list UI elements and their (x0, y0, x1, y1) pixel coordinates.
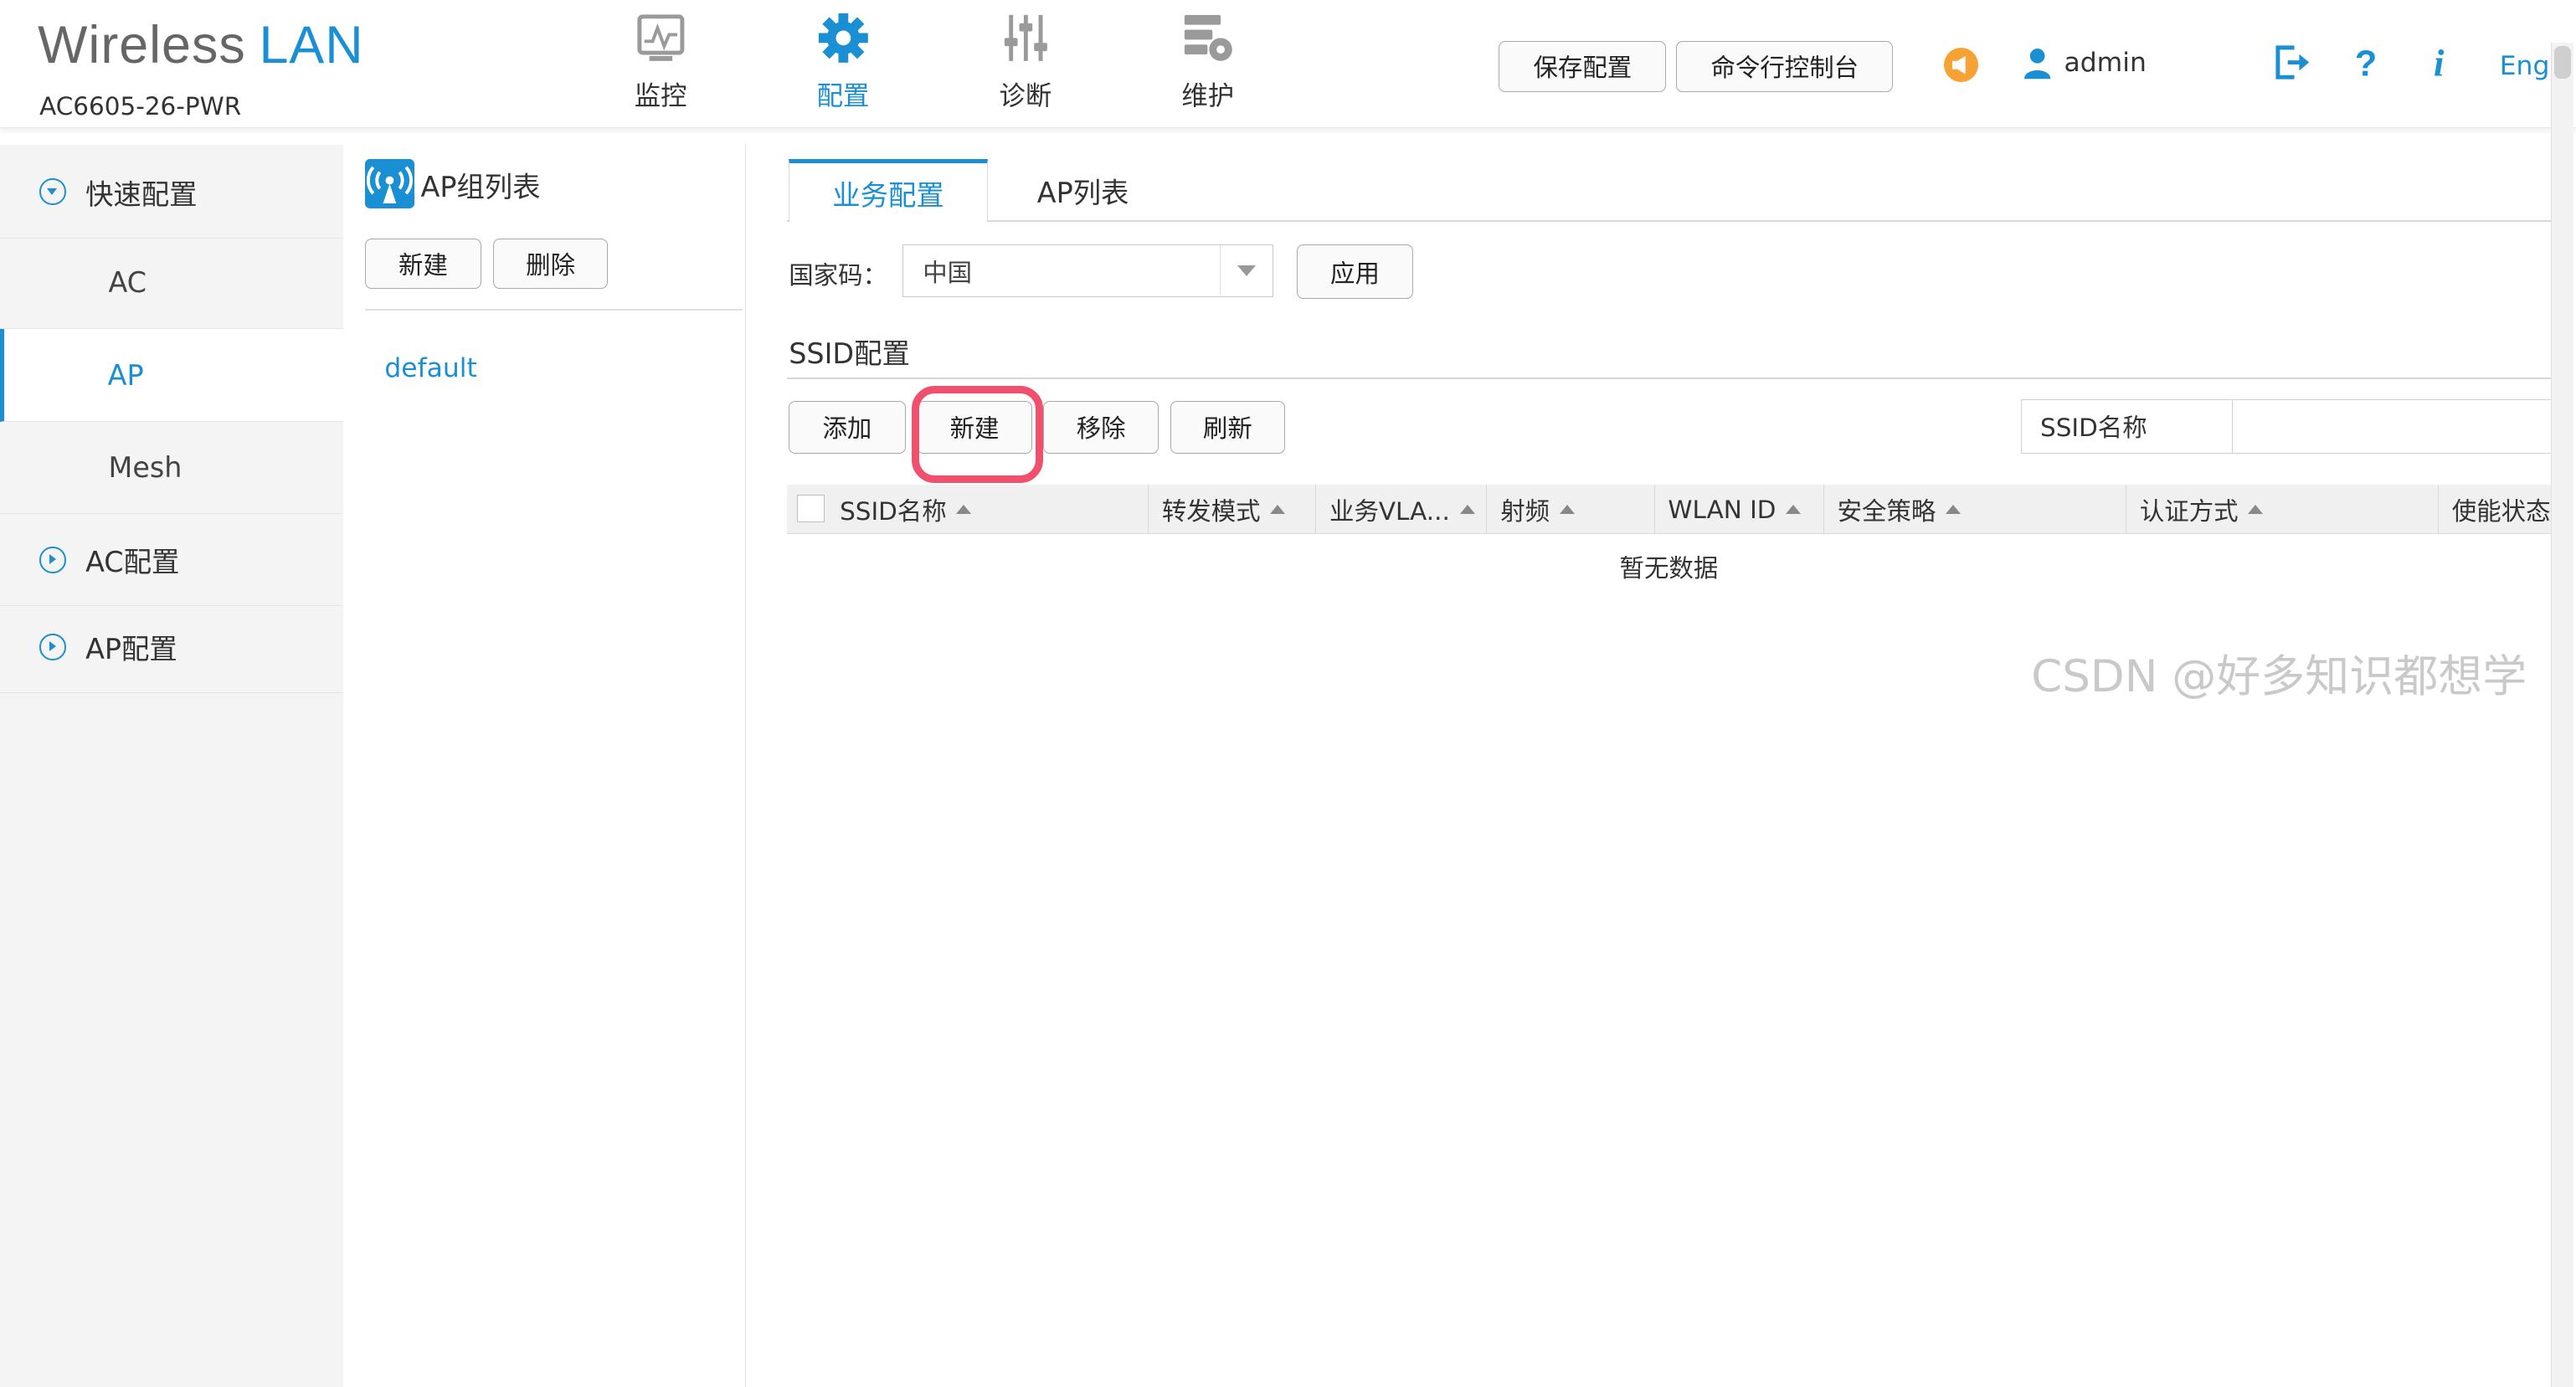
sort-arrow-icon (1946, 505, 1962, 514)
sort-arrow-icon (1459, 505, 1475, 514)
column-label: 射频 (1500, 496, 1550, 526)
monitor-icon (637, 14, 685, 61)
sidebar-item-label: 快速配置 (85, 177, 198, 211)
ap-group-panel: AP组列表 新建 删除 default (345, 144, 747, 1387)
select-all-checkbox[interactable] (797, 494, 825, 523)
column-wlan-id[interactable]: WLAN ID (1655, 485, 1824, 534)
column-label: 使能状态 (2451, 496, 2551, 526)
remove-ssid-button[interactable]: 移除 (1043, 400, 1159, 454)
ssid-search-label: SSID名称 (2021, 398, 2234, 454)
nav-tab-maintain[interactable]: 维护 (1150, 10, 1265, 119)
column-service-vlan[interactable]: 业务VLA... (1316, 485, 1488, 534)
tab-divider (787, 220, 2551, 222)
sort-arrow-icon (1786, 505, 1802, 514)
watermark: CSDN @好多知识都想学 (2031, 650, 2527, 702)
column-security-policy[interactable]: 安全策略 (1824, 485, 2127, 534)
device-model: AC6605-26-PWR (39, 91, 242, 121)
ssid-section-title: SSID配置 (789, 336, 910, 370)
country-code-value: 中国 (923, 258, 973, 287)
sort-arrow-icon (1270, 505, 1286, 514)
country-code-select[interactable]: 中国 (902, 244, 1274, 298)
brand-logo: Wireless LAN (38, 15, 363, 75)
save-config-button[interactable]: 保存配置 (1499, 41, 1667, 92)
refresh-button[interactable]: 刷新 (1170, 400, 1286, 454)
sidebar-item-label: AP (107, 358, 144, 392)
brand-lan: LAN (259, 15, 364, 74)
ap-group-list-title: AP组列表 (420, 171, 541, 204)
sidebar-item-label: Mesh (108, 451, 183, 485)
ap-group-item-default[interactable]: default (384, 353, 476, 383)
divider (364, 309, 743, 311)
nav-label-diagnose: 诊断 (999, 81, 1052, 112)
column-label: 认证方式 (2139, 496, 2239, 526)
nav-tab-config[interactable]: 配置 (785, 10, 900, 119)
delete-ap-group-button[interactable]: 删除 (492, 238, 609, 290)
column-label: SSID名称 (840, 496, 947, 526)
sidebar-item-label: AP配置 (85, 633, 177, 666)
sidebar-item-ap[interactable]: AP (0, 328, 344, 423)
ap-wireless-icon (364, 159, 414, 209)
collapsed-circle-icon (39, 634, 66, 660)
svg-text:?: ? (2355, 44, 2377, 82)
username[interactable]: admin (2064, 48, 2147, 78)
column-label: WLAN ID (1668, 495, 1776, 524)
cli-console-button[interactable]: 命令行控制台 (1676, 41, 1894, 92)
country-code-label: 国家码： (789, 261, 887, 290)
page-scrollbar[interactable] (2550, 43, 2574, 1387)
chevron-down-icon[interactable] (1220, 245, 1273, 295)
add-ssid-button[interactable]: 添加 (789, 400, 906, 454)
nav-label-config: 配置 (816, 81, 870, 112)
user-icon (2024, 48, 2051, 80)
nav-label-monitor: 监控 (634, 81, 687, 112)
sidebar-item-mesh[interactable]: Mesh (0, 422, 344, 515)
info-icon[interactable]: i (2429, 43, 2455, 82)
column-forward-mode[interactable]: 转发模式 (1149, 485, 1317, 534)
sidebar-item-ap-config[interactable]: AP配置 (0, 601, 344, 694)
top-header: Wireless LAN AC6605-26-PWR 监控 配置 诊断 维护 保… (0, 0, 2576, 129)
speaker-icon (1952, 55, 1966, 74)
logout-icon[interactable] (2273, 43, 2312, 82)
svg-text:i: i (2434, 43, 2445, 82)
nav-tab-monitor[interactable]: 监控 (603, 10, 717, 119)
language-switch[interactable]: Eng (2500, 51, 2550, 81)
sliders-icon (1004, 14, 1047, 61)
collapsed-circle-icon (39, 547, 66, 573)
column-enable-status[interactable]: 使能状态 (2439, 485, 2551, 534)
sidebar-item-label: AC配置 (85, 546, 180, 579)
column-label: 安全策略 (1837, 496, 1936, 526)
help-icon[interactable]: ? (2350, 43, 2383, 82)
column-ssid-name[interactable]: SSID名称 (787, 485, 1149, 534)
gear-icon (818, 13, 868, 63)
sort-arrow-icon (1559, 505, 1575, 514)
sidebar-item-ac[interactable]: AC (0, 237, 344, 329)
ssid-search-input[interactable] (2231, 398, 2551, 454)
sidebar: 快速配置 AC AP Mesh AC配置 AP配置 (0, 144, 344, 1387)
new-ssid-button[interactable]: 新建 (917, 400, 1032, 454)
sidebar-item-quick-config[interactable]: 快速配置 (0, 146, 344, 239)
column-radio[interactable]: 射频 (1488, 485, 1655, 534)
brand-wireless: Wireless (38, 15, 246, 74)
empty-table-message: 暂无数据 (1619, 553, 1719, 583)
new-ap-group-button[interactable]: 新建 (364, 238, 482, 290)
column-auth-method[interactable]: 认证方式 (2126, 485, 2440, 534)
tab-service-config[interactable]: 业务配置 (789, 159, 988, 222)
sidebar-item-ac-config[interactable]: AC配置 (0, 514, 344, 607)
main-content: 业务配置 AP列表 国家码： 中国 应用 SSID配置 添加 新建 移除 刷新 … (748, 145, 2551, 1387)
nav-tab-diagnose[interactable]: 诊断 (968, 10, 1082, 119)
sidebar-item-label: AC (108, 265, 147, 299)
apply-button[interactable]: 应用 (1296, 244, 1414, 300)
server-gear-icon (1185, 14, 1233, 61)
nav-label-maintain: 维护 (1181, 81, 1235, 112)
column-label: 转发模式 (1161, 496, 1261, 526)
sort-arrow-icon (956, 505, 972, 514)
divider (787, 378, 2551, 380)
tab-ap-list[interactable]: AP列表 (988, 159, 1179, 222)
notification-icon[interactable] (1944, 47, 1979, 83)
scrollbar-thumb[interactable] (2554, 45, 2572, 80)
column-label: 业务VLA... (1329, 496, 1450, 526)
ssid-table-header: SSID名称 转发模式 业务VLA... 射频 WLAN ID 安全策略 认证方… (787, 485, 2551, 534)
expanded-circle-icon (39, 178, 66, 205)
sort-arrow-icon (2248, 505, 2264, 514)
